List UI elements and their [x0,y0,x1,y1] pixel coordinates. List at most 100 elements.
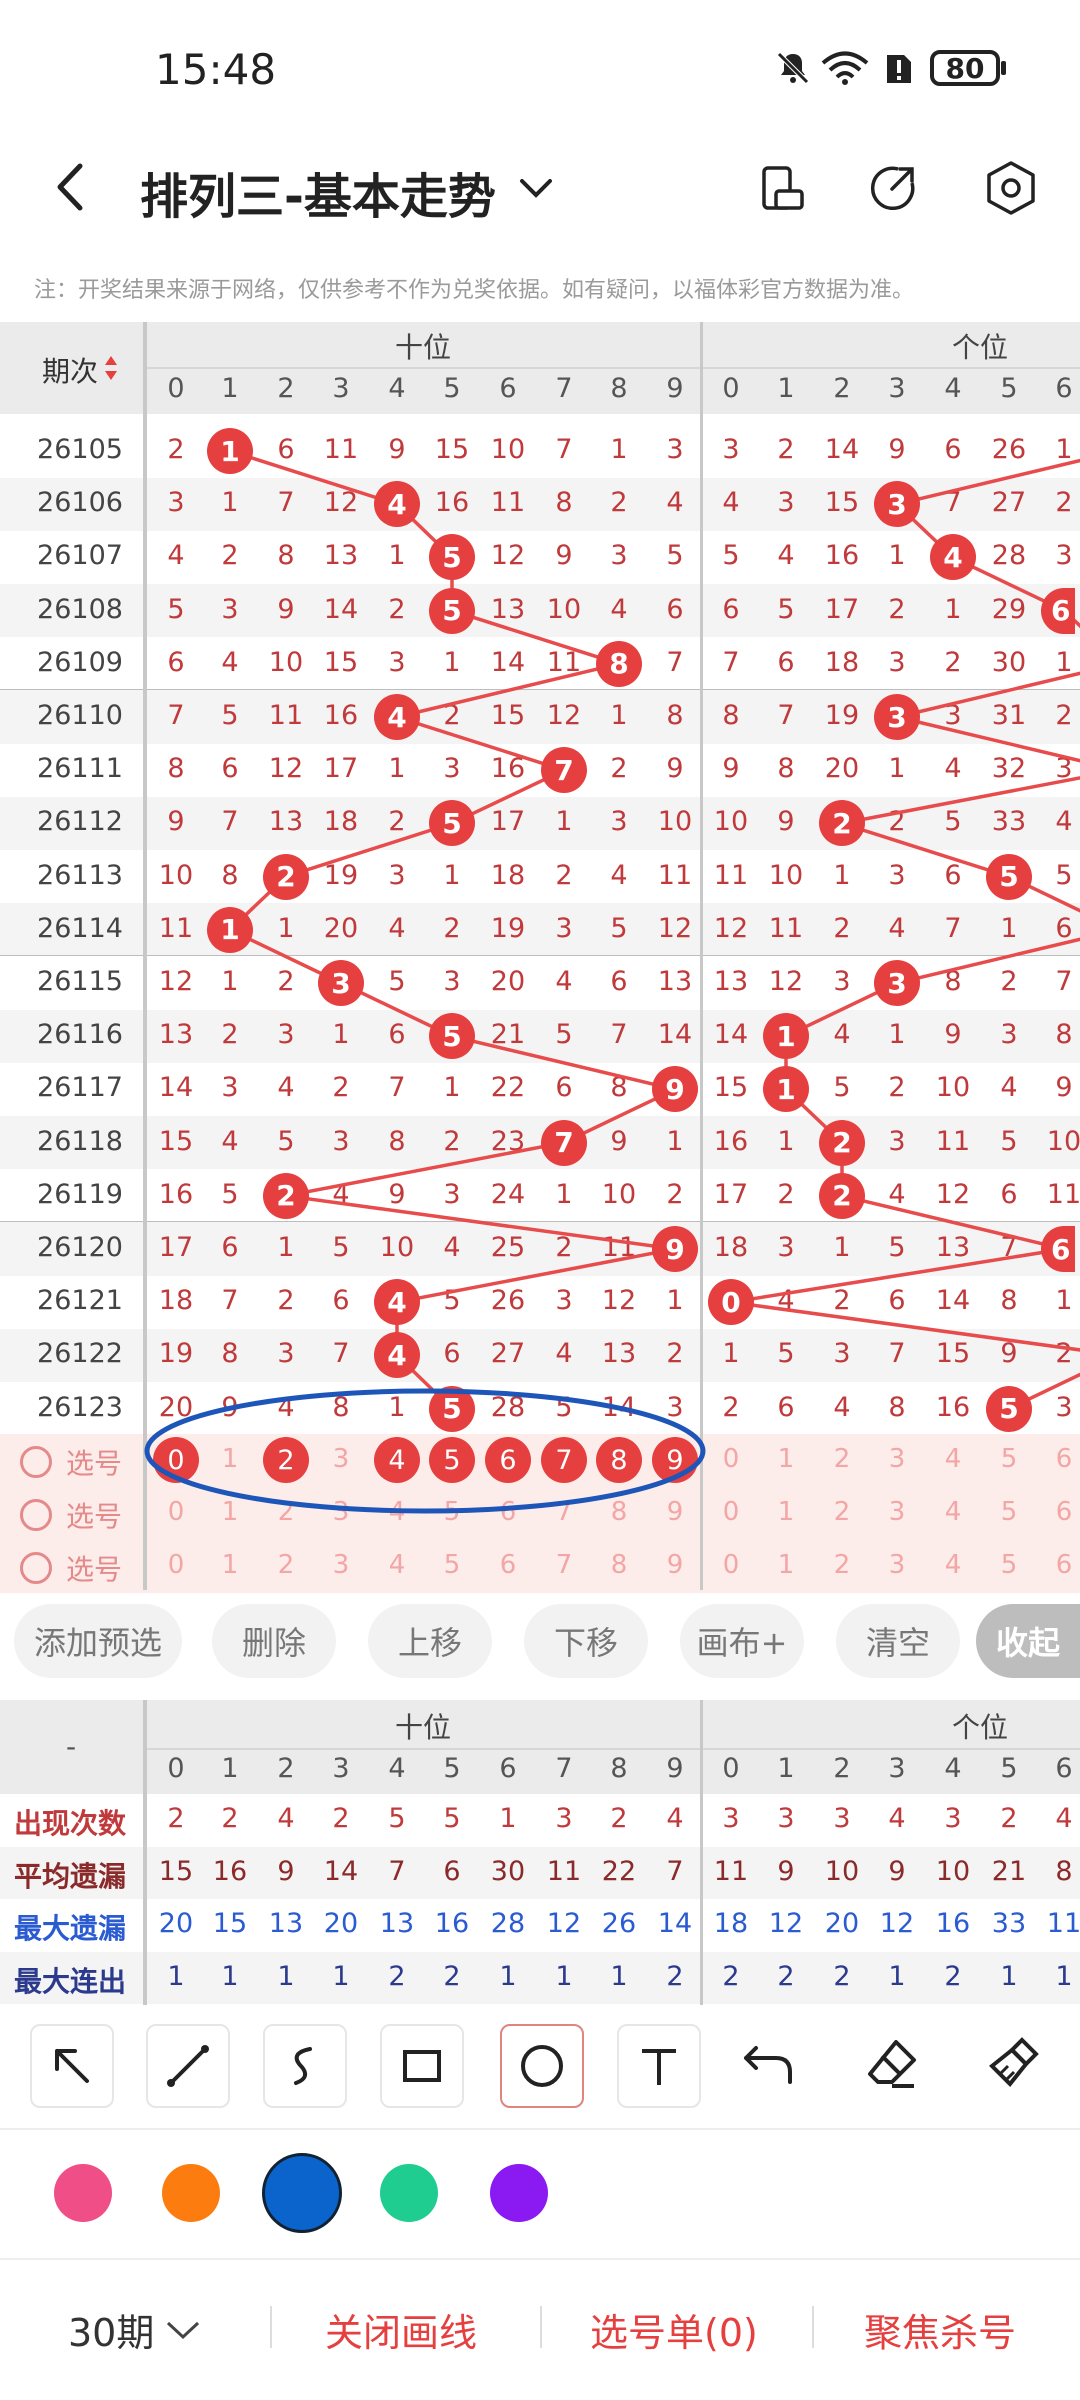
tens-hit-ball: 4 [374,1279,420,1326]
curve-tool-button[interactable] [263,2024,347,2108]
tens-hit-ball: 5 [429,1013,475,1060]
move-up-button[interactable]: 上移 [368,1604,492,1678]
color-swatch-blue-selected[interactable] [262,2153,342,2233]
move-down-button[interactable]: 下移 [524,1604,648,1678]
tens-hit-ball: 2 [263,1172,309,1219]
units-select-number[interactable]: 4 [925,1444,981,1474]
focus-kill-button[interactable]: 聚焦杀号 [864,2302,1016,2357]
units-hit-ball: 1 [763,1013,809,1060]
tens-select-number[interactable]: 1 [202,1550,258,1580]
arrow-tool-button[interactable] [30,2024,114,2108]
stats-value: 2 [610,1803,628,1834]
delete-button[interactable]: 删除 [212,1604,336,1678]
tens-select-number[interactable]: 2 [258,1550,314,1580]
stats-value: 9 [777,1855,795,1887]
stats-value: 15 [212,1908,248,1939]
units-select-number[interactable]: 1 [758,1497,814,1527]
stats-value: 15 [158,1855,194,1887]
tens-select-number[interactable]: 0 [148,1550,204,1580]
units-select-number[interactable]: 4 [925,1550,981,1580]
stats-value: 3 [833,1803,851,1834]
units-select-number[interactable]: 1 [758,1444,814,1474]
stats-value: 1 [221,1960,239,1992]
units-select-number[interactable]: 1 [758,1550,814,1580]
stats-value: 5 [388,1803,406,1834]
units-select-number[interactable]: 3 [869,1444,925,1474]
collapse-button[interactable]: 收起 [976,1604,1080,1678]
undo-tool-button[interactable] [740,2034,800,2098]
line-tool-button[interactable] [146,2024,230,2108]
stats-value: 2 [777,1960,795,1992]
line-icon [167,2045,209,2087]
stats-units-digit-header: 1 [777,1753,795,1784]
stats-units-digit-header: 3 [888,1753,906,1784]
tens-select-number[interactable]: 4 [369,1550,425,1580]
stats-value: 4 [1055,1803,1073,1834]
stats-units-digit-header: 6 [1055,1753,1073,1784]
tens-hit-ball: 3 [318,960,364,1006]
color-swatch-pink[interactable] [54,2164,112,2222]
stats-group-units: 个位 [952,1711,1009,1744]
units-select-number[interactable]: 5 [981,1550,1037,1580]
stats-value: 3 [722,1803,740,1834]
color-swatch-orange[interactable] [162,2164,220,2222]
canvas-plus-button[interactable]: 画布+ [680,1604,804,1678]
clear-button[interactable]: 清空 [836,1604,960,1678]
units-select-number[interactable]: 6 [1036,1497,1080,1527]
select-radio-icon[interactable] [20,1446,52,1478]
period-chevron-icon[interactable] [164,2318,202,2342]
stats-value: 18 [713,1908,749,1939]
select-label-text: 选号 [66,1553,123,1586]
units-select-number[interactable]: 4 [925,1497,981,1527]
stats-value: 33 [991,1908,1027,1939]
tens-select-number[interactable]: 6 [480,1550,536,1580]
clear-tool-button[interactable] [982,2034,1042,2098]
units-select-number[interactable]: 6 [1036,1550,1080,1580]
stats-tens-digit-header: 9 [666,1753,684,1784]
ticket-list-button[interactable]: 选号单(0) [590,2302,758,2357]
units-select-number[interactable]: 2 [814,1550,870,1580]
tens-select-number[interactable]: 5 [424,1550,480,1580]
rectangle-tool-button[interactable] [380,2024,464,2108]
stats-period-divider [143,1700,147,2005]
eraser-tool-button[interactable] [862,2034,922,2098]
units-select-number[interactable]: 5 [981,1444,1037,1474]
units-hit-ball: 0 [708,1279,754,1326]
stats-value: 30 [490,1855,526,1887]
units-select-number[interactable]: 3 [869,1497,925,1527]
stats-value: 1 [888,1960,906,1992]
units-select-number[interactable]: 0 [703,1497,759,1527]
tens-hit-ball: 4 [374,694,420,740]
stats-value: 1 [1000,1960,1018,1992]
tens-select-number[interactable]: 3 [313,1550,369,1580]
text-tool-button[interactable] [617,2024,701,2108]
color-swatch-green[interactable] [380,2164,438,2222]
stats-value: 1 [277,1960,295,1992]
units-select-number[interactable]: 0 [703,1444,759,1474]
units-select-number[interactable]: 6 [1036,1444,1080,1474]
units-select-number[interactable]: 2 [814,1497,870,1527]
stats-value: 11 [1046,1908,1080,1939]
period-selector[interactable]: 30期 [68,2302,154,2357]
circle-tool-button[interactable] [500,2024,584,2108]
annotation-ellipse[interactable] [140,1385,710,1517]
tens-select-number[interactable]: 9 [647,1550,703,1580]
tens-select-number[interactable]: 8 [591,1550,647,1580]
select-row-label[interactable]: 选号 [20,1495,122,1535]
units-select-number[interactable]: 2 [814,1444,870,1474]
close-drawing-button[interactable]: 关闭画线 [325,2302,477,2357]
select-row-label[interactable]: 选号 [20,1442,122,1482]
units-select-number[interactable]: 3 [869,1550,925,1580]
stats-tens-digit-header: 4 [388,1753,406,1784]
stats-value: 2 [944,1960,962,1992]
stats-header-dash: - [66,1730,77,1763]
select-row-label[interactable]: 选号 [20,1548,122,1588]
select-radio-icon[interactable] [20,1499,52,1531]
units-select-number[interactable]: 0 [703,1550,759,1580]
add-preselect-button[interactable]: 添加预选 [14,1604,182,1678]
color-swatch-purple[interactable] [490,2164,548,2222]
eraser-icon [868,2040,916,2088]
tens-select-number[interactable]: 7 [536,1550,592,1580]
select-radio-icon[interactable] [20,1552,52,1584]
units-select-number[interactable]: 5 [981,1497,1037,1527]
